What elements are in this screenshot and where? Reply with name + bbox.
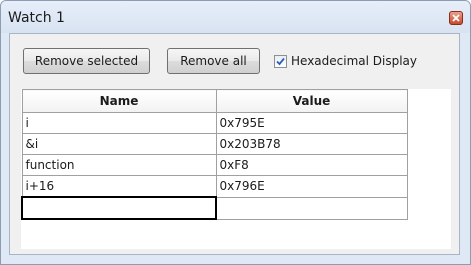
close-icon (452, 14, 460, 22)
new-watch-row[interactable] (21, 196, 408, 220)
checkmark-icon (276, 57, 285, 66)
window-title: Watch 1 (8, 10, 65, 26)
title-bar[interactable]: Watch 1 (1, 1, 470, 33)
table-row[interactable]: i+16 0x796E (21, 175, 408, 198)
value-cell[interactable]: 0x795E (215, 112, 408, 134)
value-cell[interactable]: 0x203B78 (215, 133, 408, 155)
table-row[interactable]: function 0xF8 (21, 154, 408, 176)
close-button[interactable] (449, 11, 463, 25)
watch-window: Watch 1 Remove selected Remove all Hexad… (0, 0, 471, 265)
name-cell[interactable]: function (21, 154, 217, 176)
new-value-cell (215, 196, 408, 220)
remove-selected-button[interactable]: Remove selected (23, 48, 150, 74)
watch-grid-area[interactable]: Name Value i 0x795E &i 0x203B78 function… (21, 89, 451, 249)
hex-display-checkbox[interactable] (274, 55, 287, 68)
name-cell[interactable]: i (21, 112, 217, 134)
column-header-name[interactable]: Name (21, 89, 217, 113)
table-row[interactable]: &i 0x203B78 (21, 133, 408, 155)
new-watch-input[interactable] (21, 196, 217, 220)
hex-display-label[interactable]: Hexadecimal Display (291, 54, 417, 68)
header-row: Name Value (21, 89, 408, 113)
table-row[interactable]: i 0x795E (21, 112, 408, 134)
name-cell[interactable]: i+16 (21, 175, 217, 198)
watch-table: Name Value i 0x795E &i 0x203B78 function… (21, 89, 408, 220)
name-cell[interactable]: &i (21, 133, 217, 155)
remove-all-button[interactable]: Remove all (167, 48, 260, 74)
value-cell[interactable]: 0xF8 (215, 154, 408, 176)
column-header-value[interactable]: Value (215, 89, 408, 113)
value-cell[interactable]: 0x796E (215, 175, 408, 198)
